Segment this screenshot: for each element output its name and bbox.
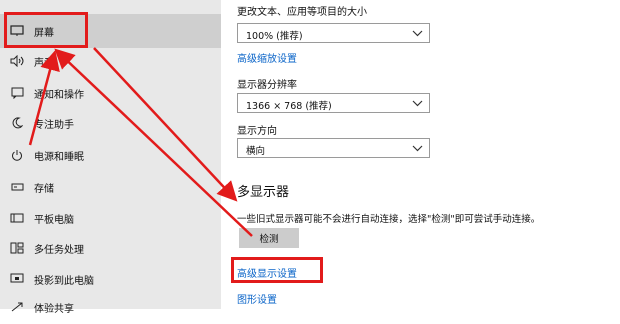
annotation-arrows — [28, 47, 253, 237]
arrow-to-display-item — [54, 48, 253, 237]
arrow-to-multi-display — [93, 47, 238, 202]
arrow-up-to-display — [28, 50, 60, 146]
